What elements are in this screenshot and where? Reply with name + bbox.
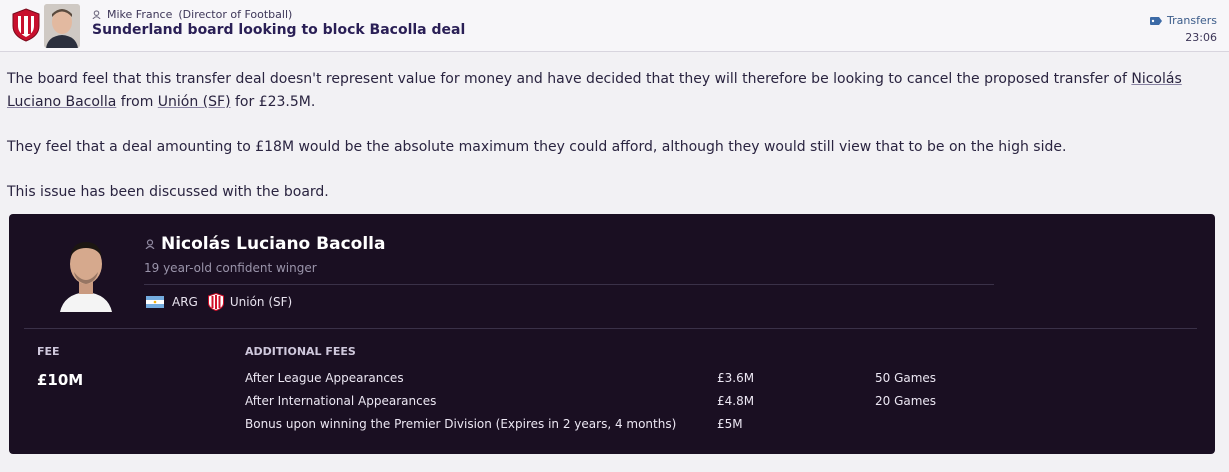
additional-fee-row: After International Appearances £4.8M 20… (245, 392, 1045, 415)
divider (144, 284, 994, 285)
fee-amount: £4.8M (717, 394, 755, 408)
fee-amount: £3.6M (717, 371, 755, 385)
additional-fee-row: After League Appearances £3.6M 50 Games (245, 369, 1045, 392)
fee-description: After League Appearances (245, 371, 404, 385)
nation-club-row: ARG Unión (SF) (146, 293, 292, 311)
additional-fee-row: Bonus upon winning the Premier Division … (245, 415, 1045, 438)
sunderland-badge-icon[interactable] (12, 8, 40, 42)
message-header: Mike France (Director of Football) Sunde… (0, 0, 1229, 52)
player-name-row: Nicolás Luciano Bacolla (145, 234, 385, 254)
tag-icon (1150, 16, 1163, 25)
transfer-card: Nicolás Luciano Bacolla 19 year-old conf… (9, 214, 1215, 454)
additional-fees-table: After League Appearances £3.6M 50 Games … (245, 369, 1045, 438)
argentina-flag-icon[interactable] (146, 296, 164, 308)
paragraph-text: for £23.5M. (230, 94, 316, 110)
additional-fees-heading: ADDITIONAL FEES (245, 345, 356, 358)
manager-face-icon (44, 4, 80, 48)
manager-photo[interactable] (44, 4, 80, 48)
fee-condition: 20 Games (875, 394, 937, 408)
message-body: The board feel that this transfer deal d… (7, 68, 1207, 226)
category-label[interactable]: Transfers (1167, 14, 1217, 27)
union-badge-icon[interactable] (207, 293, 224, 311)
sender-name[interactable]: Mike France (107, 8, 172, 21)
paragraph-text: The board feel that this transfer deal d… (7, 71, 1132, 87)
message-paragraph-2: They feel that a deal amounting to £18M … (7, 139, 1067, 155)
fee-heading: FEE (37, 345, 60, 358)
player-name[interactable]: Nicolás Luciano Bacolla (161, 234, 385, 254)
club-label[interactable]: Unión (SF) (230, 295, 292, 309)
category-link[interactable]: Transfers (1150, 14, 1217, 27)
divider (24, 328, 1197, 329)
message-paragraph-3: This issue has been discussed with the b… (7, 184, 329, 200)
fee-condition: 50 Games (875, 371, 937, 385)
message-paragraph-1: The board feel that this transfer deal d… (7, 68, 1207, 114)
person-icon (145, 239, 155, 249)
fee-description: After International Appearances (245, 394, 437, 408)
person-icon (92, 10, 101, 19)
club-link[interactable]: Unión (SF) (158, 94, 231, 110)
fee-description: Bonus upon winning the Premier Division … (245, 417, 677, 431)
nation-label[interactable]: ARG (172, 295, 198, 309)
sender-line: Mike France (Director of Football) (92, 8, 292, 21)
fee-amount: £5M (717, 417, 743, 431)
player-photo[interactable] (56, 232, 116, 312)
sender-role: (Director of Football) (178, 8, 293, 21)
paragraph-text: from (116, 94, 158, 110)
message-subject: Sunderland board looking to block Bacoll… (92, 22, 466, 38)
player-face-icon (56, 232, 116, 312)
fee-value: £10M (37, 371, 84, 389)
player-description: 19 year-old confident winger (144, 261, 317, 275)
message-time: 23:06 (1185, 31, 1217, 44)
